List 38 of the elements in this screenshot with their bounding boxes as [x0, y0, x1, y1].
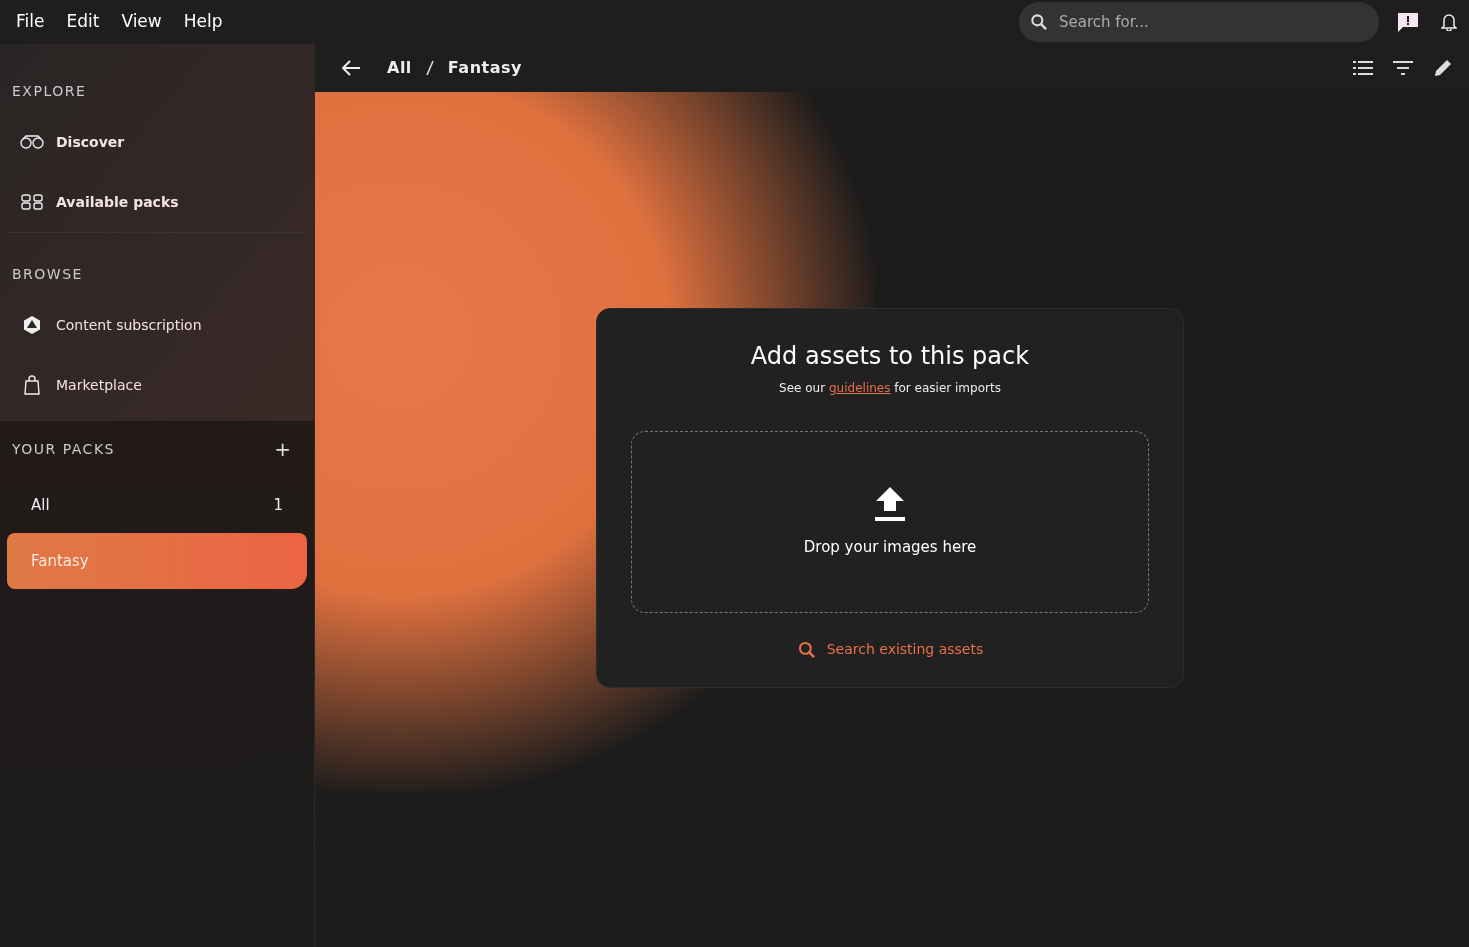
breadcrumb-link[interactable]: Fantasy: [447, 56, 522, 80]
pack-count: 1: [273, 494, 283, 516]
menu-item[interactable]: Edit: [66, 9, 100, 35]
section-heading: BROWSE: [12, 265, 83, 284]
filter-icon[interactable]: [1393, 61, 1413, 75]
pencil-icon[interactable]: [1433, 58, 1453, 78]
menu-item[interactable]: File: [16, 9, 45, 35]
slash-separator-icon: [425, 60, 434, 76]
sidebar-item[interactable]: Available packs: [8, 172, 306, 232]
section-heading: EXPLORE: [12, 82, 87, 101]
sidebar-item[interactable]: Marketplace: [8, 355, 306, 415]
binoculars-icon: [20, 135, 44, 149]
pack-item[interactable]: All 1: [7, 477, 307, 533]
search-icon: [796, 639, 817, 660]
pack-label: All: [31, 494, 50, 516]
grid-icon: [21, 194, 43, 210]
sidebar-item[interactable]: Discover: [8, 112, 306, 172]
back-arrow-icon[interactable]: [341, 59, 361, 77]
add-pack-button[interactable]: +: [274, 439, 291, 459]
menu-item[interactable]: Help: [183, 9, 223, 35]
bell-icon[interactable]: [1441, 13, 1457, 31]
drop-zone[interactable]: Drop your images here: [631, 431, 1149, 613]
menu-item[interactable]: View: [121, 9, 162, 35]
breadcrumb-link[interactable]: All: [387, 56, 412, 80]
list-icon[interactable]: [1353, 61, 1373, 75]
sidebar-item[interactable]: Content subscription: [8, 295, 306, 355]
dice-icon: [22, 315, 42, 335]
search-icon: [1029, 12, 1049, 32]
feedback-icon[interactable]: [1397, 11, 1419, 33]
search-assets-link[interactable]: Search existing assets: [796, 639, 984, 660]
shopping-bag-icon: [24, 375, 40, 395]
section-heading: YOUR PACKS: [12, 439, 115, 459]
guidelines-link[interactable]: guidelines: [829, 381, 891, 395]
panel-subtitle: See our guidelines for easier imports: [779, 380, 1001, 397]
panel-title: Add assets to this pack: [750, 341, 1030, 372]
drop-label: Drop your images here: [803, 536, 977, 558]
search-field[interactable]: Search for...: [1019, 2, 1379, 42]
upload-icon: [875, 485, 905, 522]
